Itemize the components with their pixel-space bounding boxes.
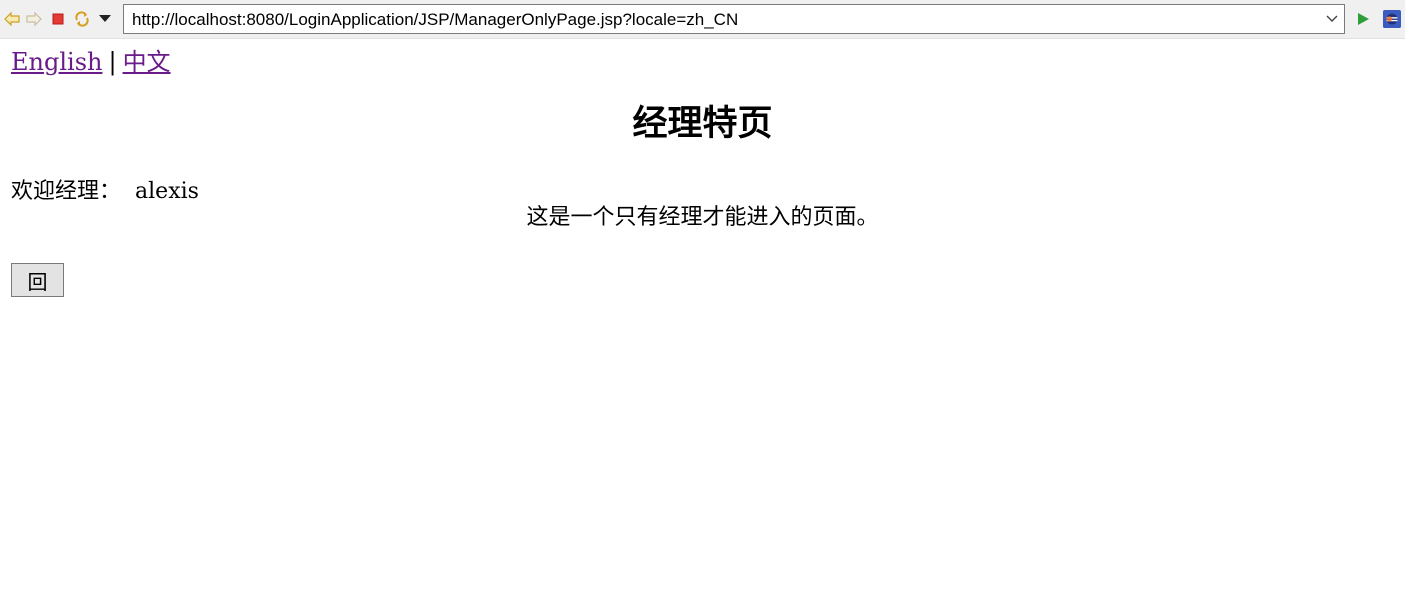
manager-only-message: 这是一个只有经理才能进入的页面。	[526, 205, 879, 230]
back-arrow-icon[interactable]	[3, 10, 21, 28]
url-dropdown-icon[interactable]	[1324, 11, 1340, 27]
welcome-label: 欢迎经理：	[11, 179, 122, 204]
username: alexis	[135, 179, 199, 204]
back-button[interactable]: 回	[11, 263, 64, 297]
forward-arrow-icon[interactable]	[25, 10, 43, 28]
welcome-line: 欢迎经理： alexis	[11, 178, 199, 206]
url-text[interactable]: http://localhost:8080/LoginApplication/J…	[132, 10, 738, 30]
chinese-link[interactable]: 中文	[123, 48, 171, 76]
browser-toolbar: http://localhost:8080/LoginApplication/J…	[0, 0, 1405, 39]
english-link[interactable]: English	[11, 48, 102, 76]
page-title: 经理特页	[632, 103, 773, 144]
address-bar[interactable]: http://localhost:8080/LoginApplication/J…	[123, 4, 1345, 34]
language-separator: |	[108, 48, 117, 76]
refresh-icon[interactable]	[73, 10, 91, 28]
history-dropdown-icon[interactable]	[96, 10, 114, 28]
language-switcher: English | 中文	[11, 47, 171, 77]
go-icon[interactable]	[1354, 10, 1372, 28]
eclipse-icon[interactable]	[1383, 10, 1401, 28]
stop-icon[interactable]	[49, 10, 67, 28]
